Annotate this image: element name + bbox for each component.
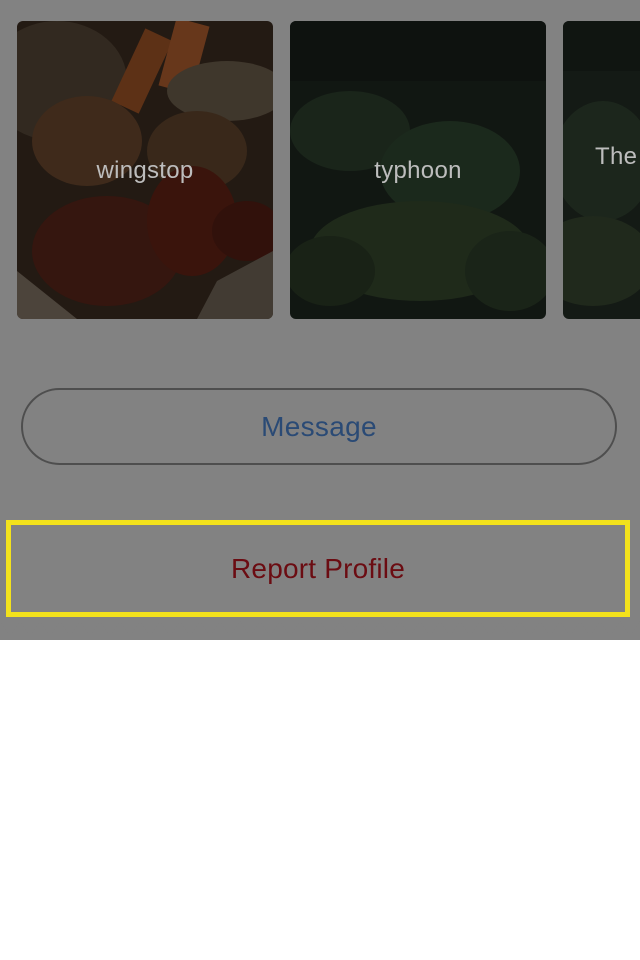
dimmed-overlay: wingstop typhoon The Message Report Prof…: [0, 0, 640, 640]
torn-edge: [0, 618, 640, 636]
collection-title: The: [595, 143, 638, 170]
message-button[interactable]: Message: [21, 388, 617, 465]
collection-card-the[interactable]: The: [563, 21, 640, 319]
collections-carousel[interactable]: wingstop typhoon The: [0, 20, 640, 320]
profile-screen: wingstop typhoon The Message Report Prof…: [0, 0, 640, 960]
collection-title: typhoon: [374, 157, 462, 184]
collection-title: wingstop: [96, 157, 194, 184]
report-profile-button[interactable]: Report Profile: [6, 520, 630, 617]
collection-card-wingstop[interactable]: wingstop: [17, 21, 273, 319]
collection-card-typhoon[interactable]: typhoon: [290, 21, 546, 319]
